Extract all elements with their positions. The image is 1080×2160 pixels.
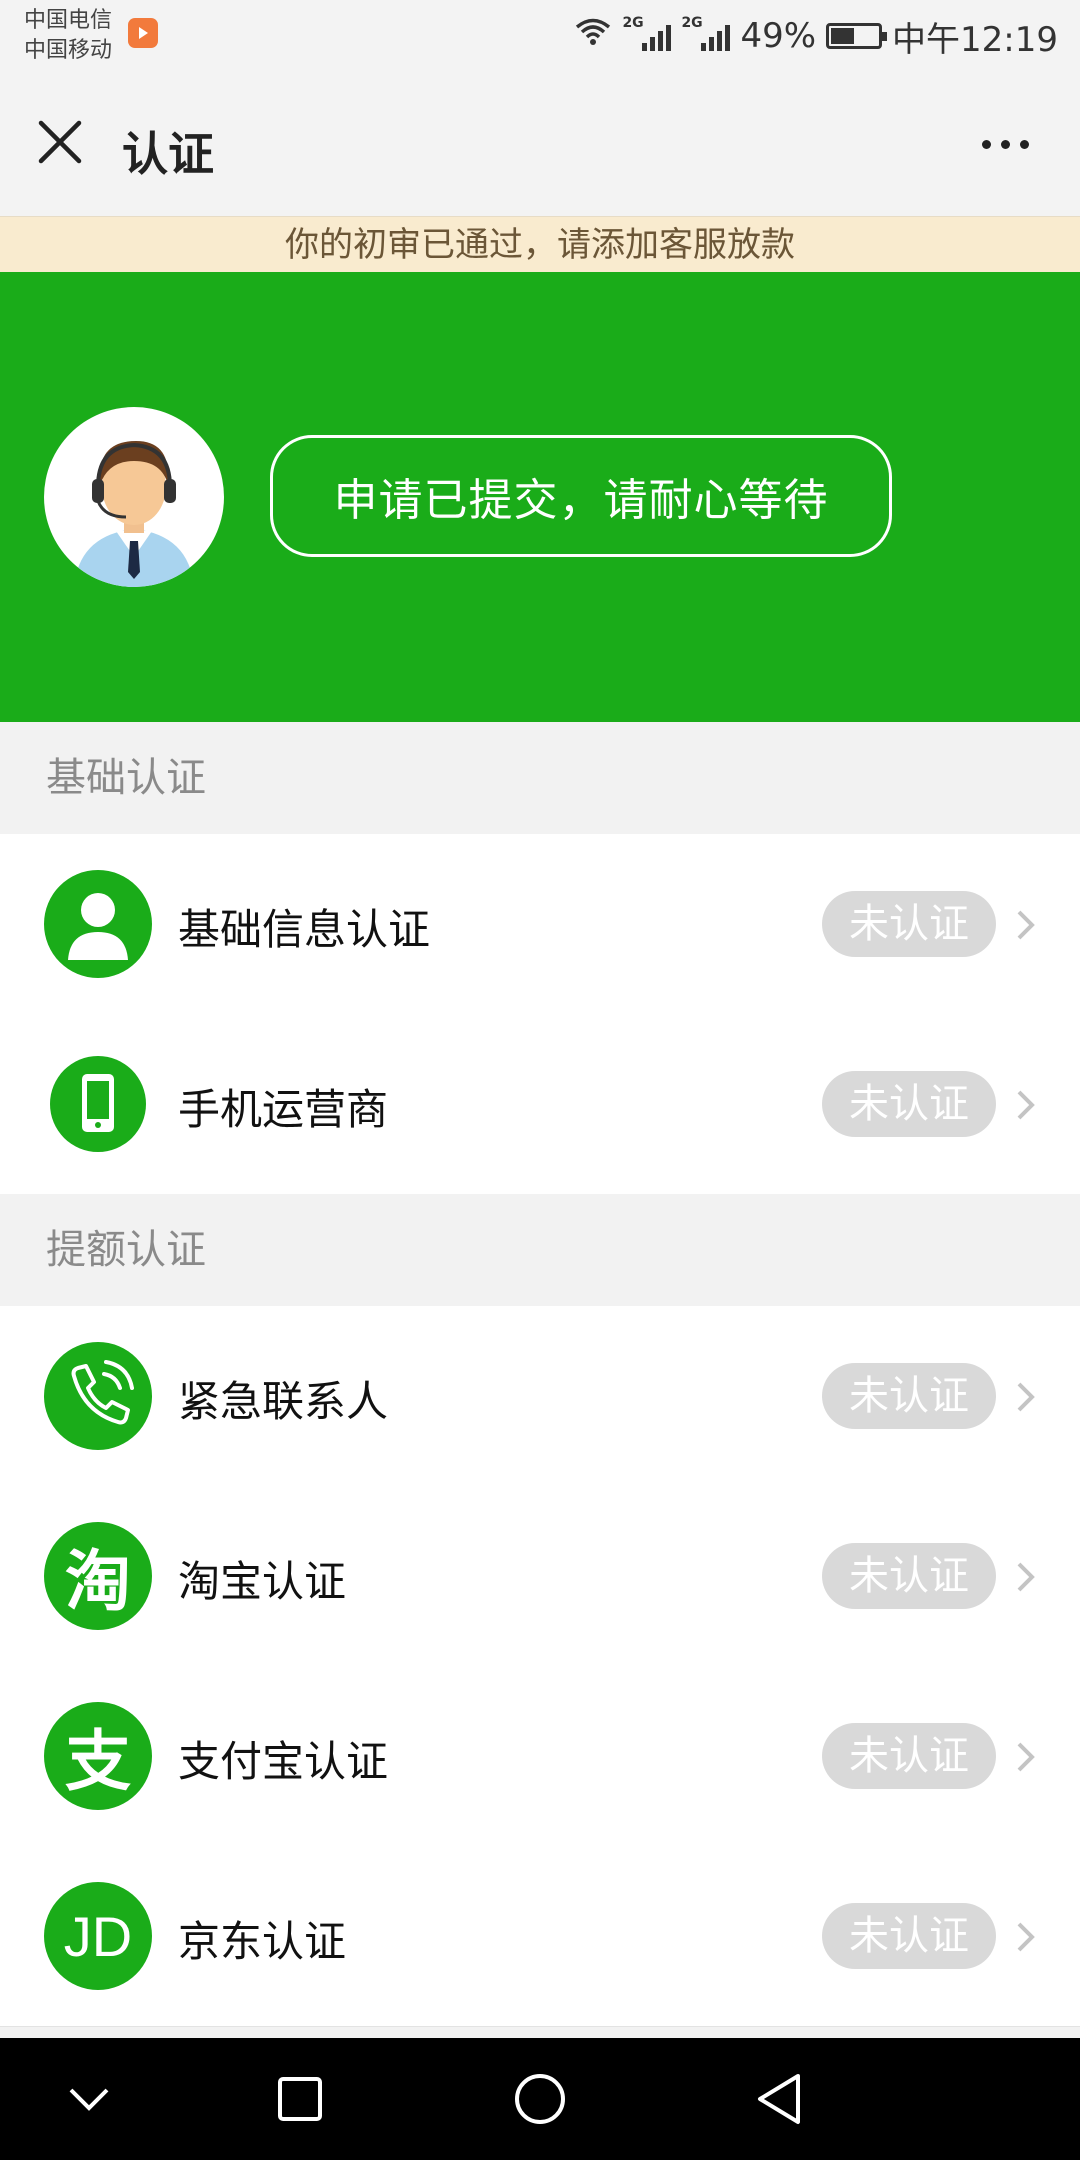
call-icon: [44, 1342, 152, 1450]
jd-icon: JD: [44, 1882, 152, 1990]
back-button[interactable]: [746, 2066, 812, 2132]
chevron-right-icon: [1017, 910, 1035, 940]
application-status: 申请已提交，请耐心等待: [270, 435, 892, 557]
section-title-basic: 基础认证: [0, 722, 1080, 835]
carrier-names: 中国电信 中国移动: [24, 6, 112, 66]
signal-2-icon: 2G: [681, 15, 731, 51]
more-dot: [981, 139, 991, 149]
list-item-basic-info[interactable]: 基础信息认证 未认证: [0, 834, 1080, 1015]
item-label: 京东认证: [178, 1917, 347, 1966]
alipay-glyph: 支: [65, 1723, 131, 1800]
chevron-right-icon: [1017, 1562, 1035, 1592]
status-badge: 未认证: [822, 891, 996, 957]
status-bar: 中国电信 中国移动 2G 2G 49% 中午12:19: [0, 0, 1080, 72]
status-indicators: 2G 2G 49% 中午12:19: [574, 14, 1058, 60]
clock: 中午12:19: [892, 19, 1058, 60]
more-dot: [1019, 139, 1029, 149]
item-label: 基础信息认证: [178, 905, 431, 954]
chevron-down-icon: [69, 2088, 109, 2111]
video-app-icon: [128, 18, 158, 48]
recents-button[interactable]: [267, 2066, 333, 2132]
taobao-glyph: 淘: [65, 1543, 131, 1620]
chevron-right-icon: [1017, 1090, 1035, 1120]
back-icon: [758, 2074, 800, 2124]
list-item-mobile-carrier[interactable]: 手机运营商 未认证: [0, 1014, 1080, 1195]
item-label: 紧急联系人: [178, 1377, 389, 1426]
item-label: 淘宝认证: [178, 1557, 347, 1606]
carrier-2: 中国移动: [24, 38, 113, 63]
list-item-jd[interactable]: JD 京东认证 未认证: [0, 1846, 1080, 2027]
chevron-right-icon: [1017, 1922, 1035, 1952]
chevron-right-icon: [1017, 1382, 1035, 1412]
carrier-1: 中国电信: [24, 8, 113, 33]
more-dot: [1000, 139, 1010, 149]
recents-icon: [278, 2077, 322, 2121]
phone-icon: [50, 1056, 146, 1152]
status-badge: 未认证: [822, 1723, 996, 1789]
status-badge: 未认证: [822, 1071, 996, 1137]
network-type-2: 2G: [681, 15, 703, 31]
status-badge: 未认证: [822, 1363, 996, 1429]
list-item-taobao[interactable]: 淘 淘宝认证 未认证: [0, 1486, 1080, 1667]
page-title: 认证: [122, 127, 214, 181]
home-button[interactable]: [507, 2066, 573, 2132]
network-type-1: 2G: [622, 15, 644, 31]
status-banner: 申请已提交，请耐心等待: [0, 272, 1080, 722]
taobao-icon: 淘: [44, 1522, 152, 1630]
system-navigation-bar: [0, 2038, 1080, 2160]
battery-icon: [826, 23, 888, 49]
status-badge: 未认证: [822, 1543, 996, 1609]
customer-service-avatar: [44, 407, 224, 587]
alipay-icon: 支: [44, 1702, 152, 1810]
list-item-emergency-contact[interactable]: 紧急联系人 未认证: [0, 1306, 1080, 1487]
title-bar: 认证: [0, 72, 1080, 216]
home-icon: [515, 2074, 565, 2124]
item-label: 手机运营商: [178, 1085, 389, 1134]
battery-percent: 49%: [740, 16, 817, 56]
notice-bar: 你的初审已通过，请添加客服放款: [0, 216, 1080, 273]
battery-level: [831, 28, 854, 44]
section-title-limit: 提额认证: [0, 1194, 1080, 1307]
user-icon: [44, 870, 152, 978]
hide-nav-button[interactable]: [56, 2066, 122, 2132]
more-button[interactable]: [970, 116, 1040, 172]
status-badge: 未认证: [822, 1903, 996, 1969]
item-label: 支付宝认证: [178, 1737, 389, 1786]
chevron-right-icon: [1017, 1742, 1035, 1772]
close-icon: [38, 120, 82, 164]
signal-1-icon: 2G: [622, 15, 672, 51]
close-button[interactable]: [30, 112, 90, 172]
wifi-icon: [574, 16, 612, 56]
jd-glyph: JD: [63, 1904, 133, 1968]
list-item-alipay[interactable]: 支 支付宝认证 未认证: [0, 1666, 1080, 1847]
